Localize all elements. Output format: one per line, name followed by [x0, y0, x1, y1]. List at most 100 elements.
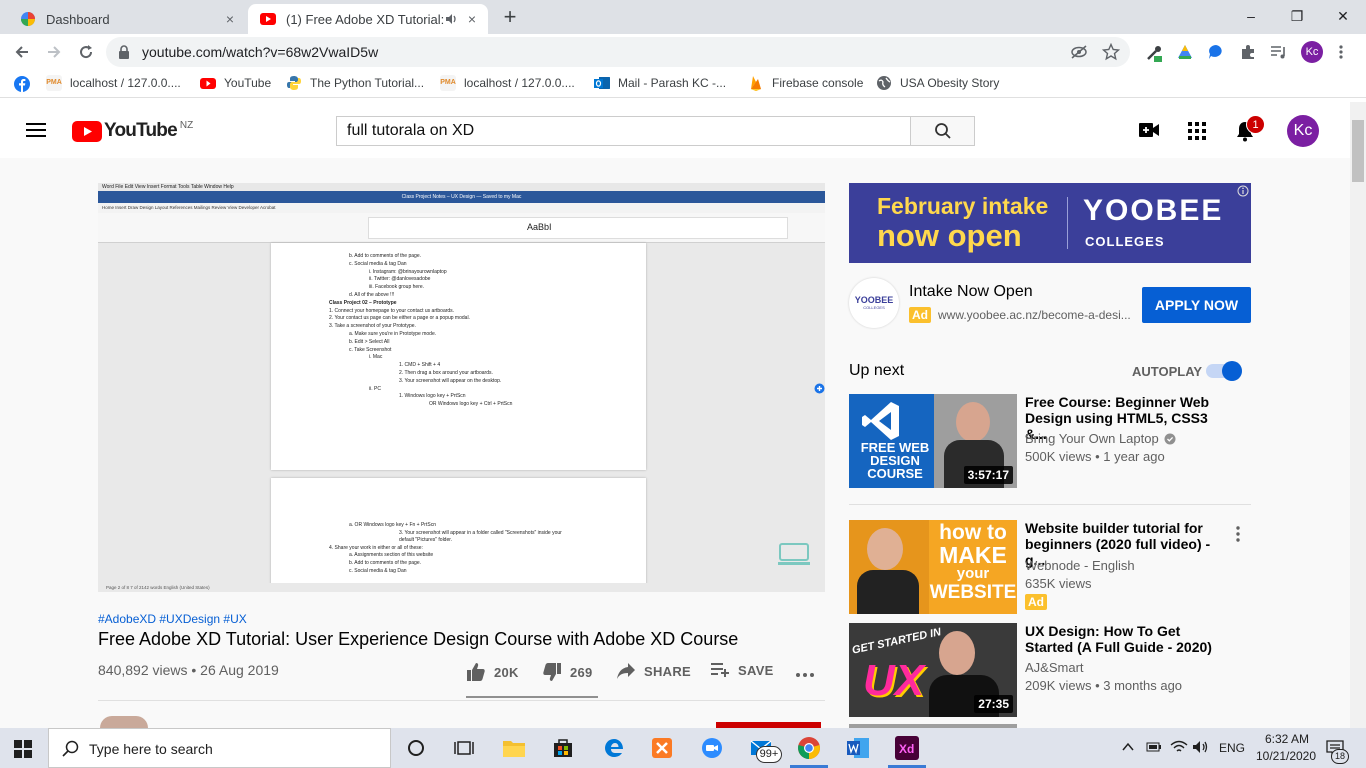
windows-start-icon[interactable] [14, 740, 32, 758]
dislike-count: 269 [570, 664, 593, 680]
adobe-xd-button[interactable]: Xd [893, 734, 921, 762]
bookmark-python[interactable]: The Python Tutorial... [286, 75, 424, 91]
wifi-icon[interactable] [1170, 740, 1188, 754]
input-language[interactable]: ENG [1219, 741, 1245, 755]
tab-youtube-video[interactable]: (1) Free Adobe XD Tutorial: U × [248, 4, 488, 34]
page-scrollbar[interactable] [1350, 102, 1366, 728]
clock-date[interactable]: 10/21/2020 [1250, 749, 1322, 763]
screen-share-icon [778, 543, 810, 565]
extension-eyedropper-icon[interactable] [1144, 43, 1164, 63]
autoplay-toggle-knob[interactable] [1222, 361, 1242, 381]
ad-logo[interactable]: YOOBEE COLLEGES [849, 278, 899, 328]
extension-chat-icon[interactable] [1207, 43, 1225, 61]
ad-title[interactable]: Intake Now Open [909, 283, 1033, 301]
bookmark-usa-obesity[interactable]: USA Obesity Story [876, 75, 999, 91]
more-actions-icon[interactable] [795, 672, 815, 678]
battery-icon[interactable] [1146, 741, 1162, 753]
search-input[interactable]: full tutorala on XD [336, 116, 911, 146]
bookmark-localhost-1[interactable]: PMA localhost / 127.0.0.... [46, 75, 181, 91]
video-thumbnail[interactable]: how to MAKE your WEBSITE [849, 520, 1017, 614]
bookmark-label: The Python Tutorial... [310, 76, 425, 90]
word-ribbon: AaBbI [98, 213, 825, 243]
create-video-icon[interactable] [1139, 123, 1159, 137]
account-avatar[interactable]: Kc [1287, 115, 1319, 147]
store-button[interactable] [549, 734, 577, 762]
audio-playing-icon[interactable] [444, 12, 458, 26]
extension-drive-icon[interactable] [1176, 43, 1194, 61]
ad-badge: Ad [909, 307, 931, 323]
cortana-button[interactable] [402, 734, 430, 762]
save-button[interactable]: SAVE [710, 662, 774, 678]
youtube-logo[interactable]: YouTube NZ [72, 120, 193, 142]
url-text: youtube.com/watch?v=68w2VwaID5w [142, 44, 379, 60]
sidebar-video-card[interactable]: GET STARTED IN UX 27:35 UX Design: How T… [849, 623, 1251, 717]
video-player[interactable]: Word File Edit View Insert Format Tools … [98, 183, 825, 592]
new-tab-button[interactable]: + [498, 6, 522, 30]
video-hashtags[interactable]: #AdobeXD #UXDesign #UX [98, 612, 247, 626]
folder-icon [503, 741, 525, 757]
sidebar-video-card[interactable]: FREE WEB DESIGN COURSE 3:57:17 Free Cour… [849, 394, 1251, 488]
search-button[interactable] [910, 116, 975, 146]
word-status-bar: Page 2 of 8 7 of 2142 words English (Uni… [98, 583, 825, 592]
kebab-menu-icon[interactable] [1338, 44, 1344, 60]
back-button[interactable] [8, 38, 36, 66]
like-button[interactable]: 20K [466, 662, 519, 682]
xampp-button[interactable] [648, 734, 676, 762]
ad-url[interactable]: www.yoobee.ac.nz/become-a-desi... [938, 308, 1131, 322]
scrollbar-thumb[interactable] [1352, 120, 1364, 182]
minimize-button[interactable]: – [1228, 0, 1274, 32]
close-window-button[interactable]: ✕ [1320, 0, 1366, 32]
tab-close-icon[interactable]: × [222, 11, 238, 27]
bookmark-localhost-2[interactable]: PMA localhost / 127.0.0.... [440, 75, 575, 91]
volume-icon[interactable] [1192, 740, 1210, 754]
video-stats: 500K views • 1 year ago [1025, 449, 1165, 464]
dislike-button[interactable]: 269 [542, 662, 593, 682]
channel-avatar[interactable] [100, 716, 148, 728]
address-bar[interactable]: youtube.com/watch?v=68w2VwaID5w [106, 37, 1130, 67]
windows-taskbar: Type here to search 99+ Xd ENG 6:32 AM 1… [0, 728, 1366, 768]
apps-grid-icon[interactable] [1188, 122, 1206, 140]
document-text-line: d. All of the above !!! [349, 292, 395, 298]
hamburger-menu-icon[interactable] [26, 122, 46, 138]
forward-button[interactable] [40, 38, 68, 66]
maximize-button[interactable]: ❐ [1274, 0, 1320, 32]
tab-close-icon[interactable]: × [464, 11, 480, 27]
sidebar-video-card[interactable]: how to MAKE your WEBSITE Website builder… [849, 520, 1251, 614]
profile-avatar[interactable]: Kc [1301, 41, 1323, 63]
extensions-puzzle-icon[interactable] [1239, 43, 1257, 61]
video-views-date: 840,892 views • 26 Aug 2019 [98, 662, 279, 678]
share-button[interactable]: SHARE [616, 662, 691, 680]
reload-button[interactable] [72, 38, 100, 66]
video-thumbnail[interactable]: GET STARTED IN UX 27:35 [849, 623, 1017, 717]
bookmark-youtube[interactable]: YouTube [200, 75, 271, 91]
channel-name: Bring Your Own Laptop [1025, 431, 1159, 446]
edge-button[interactable] [600, 734, 628, 762]
chevron-up-icon[interactable] [1122, 742, 1134, 752]
eye-slash-icon[interactable] [1070, 44, 1088, 60]
facebook-icon[interactable] [14, 76, 30, 92]
star-icon[interactable] [1102, 43, 1120, 61]
ad-banner[interactable]: February intake now open YOOBEE COLLEGES [849, 183, 1251, 263]
thumbnail-text: FREE WEB DESIGN COURSE [860, 440, 930, 481]
media-queue-icon[interactable] [1270, 44, 1288, 60]
ad-info-icon[interactable] [1237, 185, 1249, 197]
video-thumbnail[interactable]: FREE WEB DESIGN COURSE 3:57:17 [849, 394, 1017, 488]
autoplay-toggle[interactable] [1206, 361, 1242, 381]
tab-dashboard[interactable]: Dashboard × [8, 4, 246, 34]
channel-name[interactable]: AJ&Smart [1025, 660, 1084, 675]
apply-now-button[interactable]: APPLY NOW [1142, 287, 1251, 323]
task-view-button[interactable] [450, 734, 478, 762]
clock-time[interactable]: 6:32 AM [1256, 732, 1318, 746]
bookmark-mail[interactable]: Mail - Parash KC -... [594, 75, 726, 91]
taskbar-search-box[interactable]: Type here to search [48, 728, 391, 768]
kebab-menu-icon[interactable] [1236, 526, 1240, 542]
channel-name-row[interactable]: Bring Your Own Laptop [1025, 431, 1176, 446]
video-title[interactable]: UX Design: How To Get Started (A Full Gu… [1025, 623, 1230, 655]
bookmark-firebase[interactable]: Firebase console [748, 75, 863, 91]
lock-icon[interactable] [118, 45, 130, 59]
zoom-button[interactable] [698, 734, 726, 762]
word-button[interactable] [844, 734, 872, 762]
channel-name[interactable]: Webnode - English [1025, 558, 1135, 573]
chrome-button[interactable] [795, 734, 823, 762]
file-explorer-button[interactable] [500, 734, 528, 762]
